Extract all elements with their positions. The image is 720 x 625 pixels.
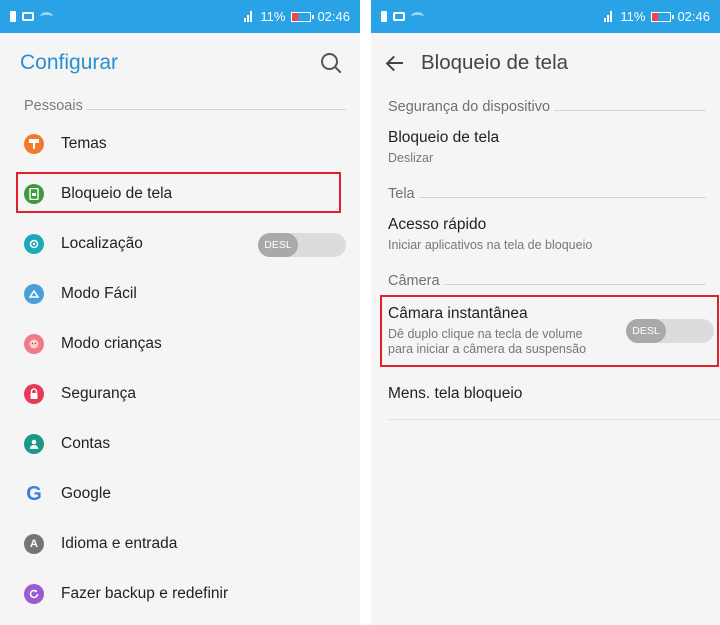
search-icon[interactable] xyxy=(320,52,342,74)
menu-item-modo-criancas[interactable]: Modo crianças xyxy=(0,319,360,369)
paint-roller-icon xyxy=(24,134,44,154)
menu-item-label: Modo Fácil xyxy=(61,285,137,302)
menu-item-google[interactable]: G Google xyxy=(0,469,360,519)
page-title: Bloqueio de tela xyxy=(421,51,569,74)
divider xyxy=(388,419,720,420)
menu-item-label: Segurança xyxy=(61,385,136,402)
menu-item-seguranca[interactable]: Segurança xyxy=(0,369,360,419)
setting-camara-instantanea[interactable]: Câmara instantânea Dê duplo clique na te… xyxy=(371,295,720,367)
setting-title: Bloqueio de tela xyxy=(388,129,500,146)
menu-item-label: Bloqueio de tela xyxy=(61,185,173,202)
lock-screen-settings: 11% 02:46 Bloqueio de tela Segurança do … xyxy=(371,0,720,625)
section-header: Pessoais xyxy=(0,93,360,119)
easy-mode-icon xyxy=(24,284,44,304)
camera-toggle[interactable]: DESL xyxy=(626,319,714,343)
google-icon: G xyxy=(26,482,42,505)
toggle-knob: DESL xyxy=(258,233,298,257)
setting-subtitle: Iniciar aplicativos na tela de bloqueio xyxy=(388,238,593,252)
signal-icon xyxy=(244,11,254,22)
location-icon xyxy=(24,234,44,254)
location-toggle[interactable]: DESL xyxy=(258,233,346,257)
status-bar: 11% 02:46 xyxy=(371,0,720,33)
setting-title: Acesso rápido xyxy=(388,216,487,233)
clock: 02:46 xyxy=(317,9,350,24)
section-label: Câmera xyxy=(388,273,440,289)
menu-item-label: Fazer backup e redefinir xyxy=(61,585,229,602)
setting-acesso-rapido[interactable]: Acesso rápido Iniciar aplicativos na tel… xyxy=(371,208,720,261)
battery-alert-icon xyxy=(381,11,387,22)
menu-item-label: Google xyxy=(61,485,111,502)
battery-alert-icon xyxy=(10,11,16,22)
page-title: Configurar xyxy=(20,51,119,74)
message-icon xyxy=(22,12,34,21)
kids-mode-icon xyxy=(24,334,44,354)
section-header: Tela xyxy=(371,180,720,208)
setting-subtitle: Dê duplo clique na tecla de volume para … xyxy=(388,327,587,356)
menu-item-localizacao[interactable]: Localização DESL xyxy=(0,219,360,269)
signal-icon xyxy=(604,11,614,22)
backup-icon xyxy=(24,584,44,604)
battery-icon xyxy=(651,11,675,22)
menu-item-label: Idioma e entrada xyxy=(61,535,178,552)
section-label: Segurança do dispositivo xyxy=(388,99,551,115)
wifi-icon xyxy=(40,11,53,22)
lock-screen-icon xyxy=(24,184,44,204)
battery-percent: 11% xyxy=(620,9,646,24)
padlock-icon xyxy=(24,384,44,404)
setting-bloqueio-de-tela[interactable]: Bloqueio de tela Deslizar xyxy=(371,121,720,174)
menu-item-contas[interactable]: Contas xyxy=(0,419,360,469)
battery-percent: 11% xyxy=(260,9,286,24)
battery-icon xyxy=(291,11,315,22)
app-bar: Bloqueio de tela xyxy=(371,33,720,93)
section-label: Pessoais xyxy=(24,98,83,114)
setting-mens-tela-bloqueio[interactable]: Mens. tela bloqueio xyxy=(371,365,720,419)
setting-subtitle: Deslizar xyxy=(388,151,434,165)
settings-screen: 11% 02:46 Configurar Pessoais Temas Bloq… xyxy=(0,0,360,625)
wifi-icon xyxy=(411,11,424,22)
section-header: Câmera xyxy=(371,267,720,295)
message-icon xyxy=(393,12,405,21)
menu-item-modo-facil[interactable]: Modo Fácil xyxy=(0,269,360,319)
menu-item-backup[interactable]: Fazer backup e redefinir xyxy=(0,569,360,619)
menu-item-label: Contas xyxy=(61,435,111,452)
language-icon: A xyxy=(24,534,44,554)
back-arrow-icon[interactable] xyxy=(383,51,407,75)
status-bar: 11% 02:46 xyxy=(0,0,360,33)
section-label: Tela xyxy=(388,186,415,202)
account-icon xyxy=(24,434,44,454)
setting-title: Mens. tela bloqueio xyxy=(388,385,523,402)
clock: 02:46 xyxy=(677,9,710,24)
menu-item-temas[interactable]: Temas xyxy=(0,119,360,169)
toggle-knob: DESL xyxy=(626,319,666,343)
menu-item-label: Temas xyxy=(61,135,107,152)
menu-item-bloqueio-de-tela[interactable]: Bloqueio de tela xyxy=(0,169,360,219)
app-bar: Configurar xyxy=(0,33,360,93)
menu-item-label: Localização xyxy=(61,235,143,252)
section-header: Segurança do dispositivo xyxy=(371,93,720,121)
menu-item-label: Modo crianças xyxy=(61,335,162,352)
menu-item-idioma-e-entrada[interactable]: A Idioma e entrada xyxy=(0,519,360,569)
